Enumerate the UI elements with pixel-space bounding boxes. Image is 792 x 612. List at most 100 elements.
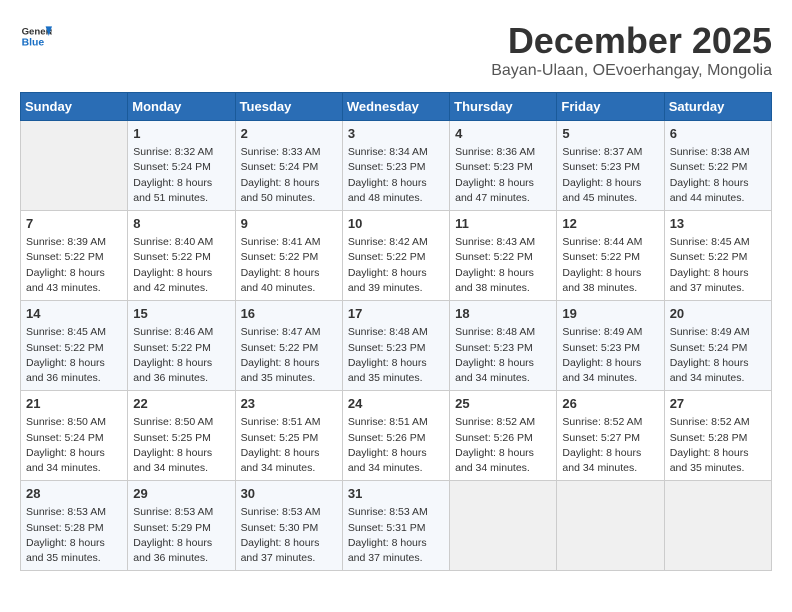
day-number: 24 [348,395,444,413]
calendar-table: SundayMondayTuesdayWednesdayThursdayFrid… [20,92,772,571]
calendar-cell: 24 Sunrise: 8:51 AMSunset: 5:26 PMDayligh… [342,391,449,481]
day-info: Sunrise: 8:33 AMSunset: 5:24 PMDaylight:… [241,145,337,206]
calendar-week-1: 1 Sunrise: 8:32 AMSunset: 5:24 PMDaylight… [21,121,772,211]
day-info: Sunrise: 8:40 AMSunset: 5:22 PMDaylight:… [133,235,229,296]
day-info: Sunrise: 8:34 AMSunset: 5:23 PMDaylight:… [348,145,444,206]
day-number: 26 [562,395,658,413]
calendar-cell [557,481,664,571]
calendar-cell: 20 Sunrise: 8:49 AMSunset: 5:24 PMDayligh… [664,301,771,391]
day-number: 7 [26,215,122,233]
day-info: Sunrise: 8:32 AMSunset: 5:24 PMDaylight:… [133,145,229,206]
calendar-cell: 18Sunrise: 8:48 AMSunset: 5:23 PMDayligh… [450,301,557,391]
calendar-cell [450,481,557,571]
day-number: 10 [348,215,444,233]
day-number: 8 [133,215,229,233]
day-info: Sunrise: 8:37 AMSunset: 5:23 PMDaylight:… [562,145,658,206]
day-info: Sunrise: 8:53 AMSunset: 5:29 PMDaylight:… [133,505,229,566]
calendar-cell: 19Sunrise: 8:49 AMSunset: 5:23 PMDayligh… [557,301,664,391]
day-info: Sunrise: 8:51 AMSunset: 5:26 PMDaylight:… [348,415,444,476]
day-info: Sunrise: 8:36 AMSunset: 5:23 PMDaylight:… [455,145,551,206]
day-number: 16 [241,305,337,323]
day-number: 28 [26,485,122,503]
logo-icon: General Blue [20,20,52,52]
day-number: 22 [133,395,229,413]
day-info: Sunrise: 8:39 AMSunset: 5:22 PMDaylight:… [26,235,122,296]
header-day-monday: Monday [128,93,235,121]
day-info: Sunrise: 8:46 AMSunset: 5:22 PMDaylight:… [133,325,229,386]
calendar-cell: 25 Sunrise: 8:52 AMSunset: 5:26 PMDayligh… [450,391,557,481]
day-number: 31 [348,485,444,503]
day-info: Sunrise: 8:45 AMSunset: 5:22 PMDaylight:… [670,235,766,296]
calendar-cell: 30Sunrise: 8:53 AMSunset: 5:30 PMDayligh… [235,481,342,571]
calendar-cell: 3 Sunrise: 8:34 AMSunset: 5:23 PMDaylight… [342,121,449,211]
calendar-cell: 12Sunrise: 8:44 AMSunset: 5:22 PMDayligh… [557,211,664,301]
calendar-week-4: 21 Sunrise: 8:50 AMSunset: 5:24 PMDayligh… [21,391,772,481]
calendar-cell: 10 Sunrise: 8:42 AMSunset: 5:22 PMDayligh… [342,211,449,301]
calendar-week-5: 28 Sunrise: 8:53 AMSunset: 5:28 PMDayligh… [21,481,772,571]
day-info: Sunrise: 8:50 AMSunset: 5:24 PMDaylight:… [26,415,122,476]
calendar-cell: 8 Sunrise: 8:40 AMSunset: 5:22 PMDaylight… [128,211,235,301]
day-info: Sunrise: 8:52 AMSunset: 5:28 PMDaylight:… [670,415,766,476]
day-number: 1 [133,125,229,143]
day-number: 9 [241,215,337,233]
day-info: Sunrise: 8:44 AMSunset: 5:22 PMDaylight:… [562,235,658,296]
day-number: 29 [133,485,229,503]
calendar-cell: 28 Sunrise: 8:53 AMSunset: 5:28 PMDayligh… [21,481,128,571]
svg-text:Blue: Blue [22,38,45,49]
title-area: December 2025 Bayan-Ulaan, OEvoerhangay,… [491,20,772,88]
day-number: 21 [26,395,122,413]
calendar-cell: 27 Sunrise: 8:52 AMSunset: 5:28 PMDayligh… [664,391,771,481]
day-number: 14 [26,305,122,323]
day-number: 27 [670,395,766,413]
calendar-cell: 9 Sunrise: 8:41 AMSunset: 5:22 PMDaylight… [235,211,342,301]
day-info: Sunrise: 8:41 AMSunset: 5:22 PMDaylight:… [241,235,337,296]
day-info: Sunrise: 8:53 AMSunset: 5:28 PMDaylight:… [26,505,122,566]
header-row: SundayMondayTuesdayWednesdayThursdayFrid… [21,93,772,121]
calendar-cell: 1 Sunrise: 8:32 AMSunset: 5:24 PMDaylight… [128,121,235,211]
day-number: 6 [670,125,766,143]
day-number: 15 [133,305,229,323]
day-number: 13 [670,215,766,233]
logo: General Blue [20,20,56,52]
day-number: 17 [348,305,444,323]
calendar-cell: 21 Sunrise: 8:50 AMSunset: 5:24 PMDayligh… [21,391,128,481]
calendar-header: SundayMondayTuesdayWednesdayThursdayFrid… [21,93,772,121]
day-number: 2 [241,125,337,143]
calendar-cell: 14Sunrise: 8:45 AMSunset: 5:22 PMDayligh… [21,301,128,391]
calendar-cell: 5 Sunrise: 8:37 AMSunset: 5:23 PMDaylight… [557,121,664,211]
day-info: Sunrise: 8:48 AMSunset: 5:23 PMDaylight:… [348,325,444,386]
day-number: 4 [455,125,551,143]
calendar-cell: 4 Sunrise: 8:36 AMSunset: 5:23 PMDaylight… [450,121,557,211]
day-info: Sunrise: 8:49 AMSunset: 5:23 PMDaylight:… [562,325,658,386]
day-info: Sunrise: 8:52 AMSunset: 5:26 PMDaylight:… [455,415,551,476]
calendar-cell: 2 Sunrise: 8:33 AMSunset: 5:24 PMDaylight… [235,121,342,211]
day-info: Sunrise: 8:49 AMSunset: 5:24 PMDaylight:… [670,325,766,386]
day-info: Sunrise: 8:38 AMSunset: 5:22 PMDaylight:… [670,145,766,206]
calendar-cell: 11 Sunrise: 8:43 AMSunset: 5:22 PMDayligh… [450,211,557,301]
day-number: 5 [562,125,658,143]
calendar-cell: 22 Sunrise: 8:50 AMSunset: 5:25 PMDayligh… [128,391,235,481]
header-day-tuesday: Tuesday [235,93,342,121]
day-info: Sunrise: 8:52 AMSunset: 5:27 PMDaylight:… [562,415,658,476]
day-info: Sunrise: 8:47 AMSunset: 5:22 PMDaylight:… [241,325,337,386]
calendar-cell: 23Sunrise: 8:51 AMSunset: 5:25 PMDayligh… [235,391,342,481]
header-day-friday: Friday [557,93,664,121]
day-info: Sunrise: 8:50 AMSunset: 5:25 PMDaylight:… [133,415,229,476]
header-day-saturday: Saturday [664,93,771,121]
day-number: 11 [455,215,551,233]
day-number: 25 [455,395,551,413]
day-number: 20 [670,305,766,323]
calendar-body: 1 Sunrise: 8:32 AMSunset: 5:24 PMDaylight… [21,121,772,571]
day-number: 30 [241,485,337,503]
header-day-wednesday: Wednesday [342,93,449,121]
calendar-cell: 6 Sunrise: 8:38 AMSunset: 5:22 PMDaylight… [664,121,771,211]
calendar-cell: 17 Sunrise: 8:48 AMSunset: 5:23 PMDayligh… [342,301,449,391]
calendar-week-3: 14Sunrise: 8:45 AMSunset: 5:22 PMDayligh… [21,301,772,391]
calendar-cell: 29 Sunrise: 8:53 AMSunset: 5:29 PMDayligh… [128,481,235,571]
day-info: Sunrise: 8:43 AMSunset: 5:22 PMDaylight:… [455,235,551,296]
day-info: Sunrise: 8:42 AMSunset: 5:22 PMDaylight:… [348,235,444,296]
day-info: Sunrise: 8:53 AMSunset: 5:31 PMDaylight:… [348,505,444,566]
page-header: General Blue December 2025 Bayan-Ulaan, … [20,20,772,88]
day-number: 3 [348,125,444,143]
day-info: Sunrise: 8:51 AMSunset: 5:25 PMDaylight:… [241,415,337,476]
